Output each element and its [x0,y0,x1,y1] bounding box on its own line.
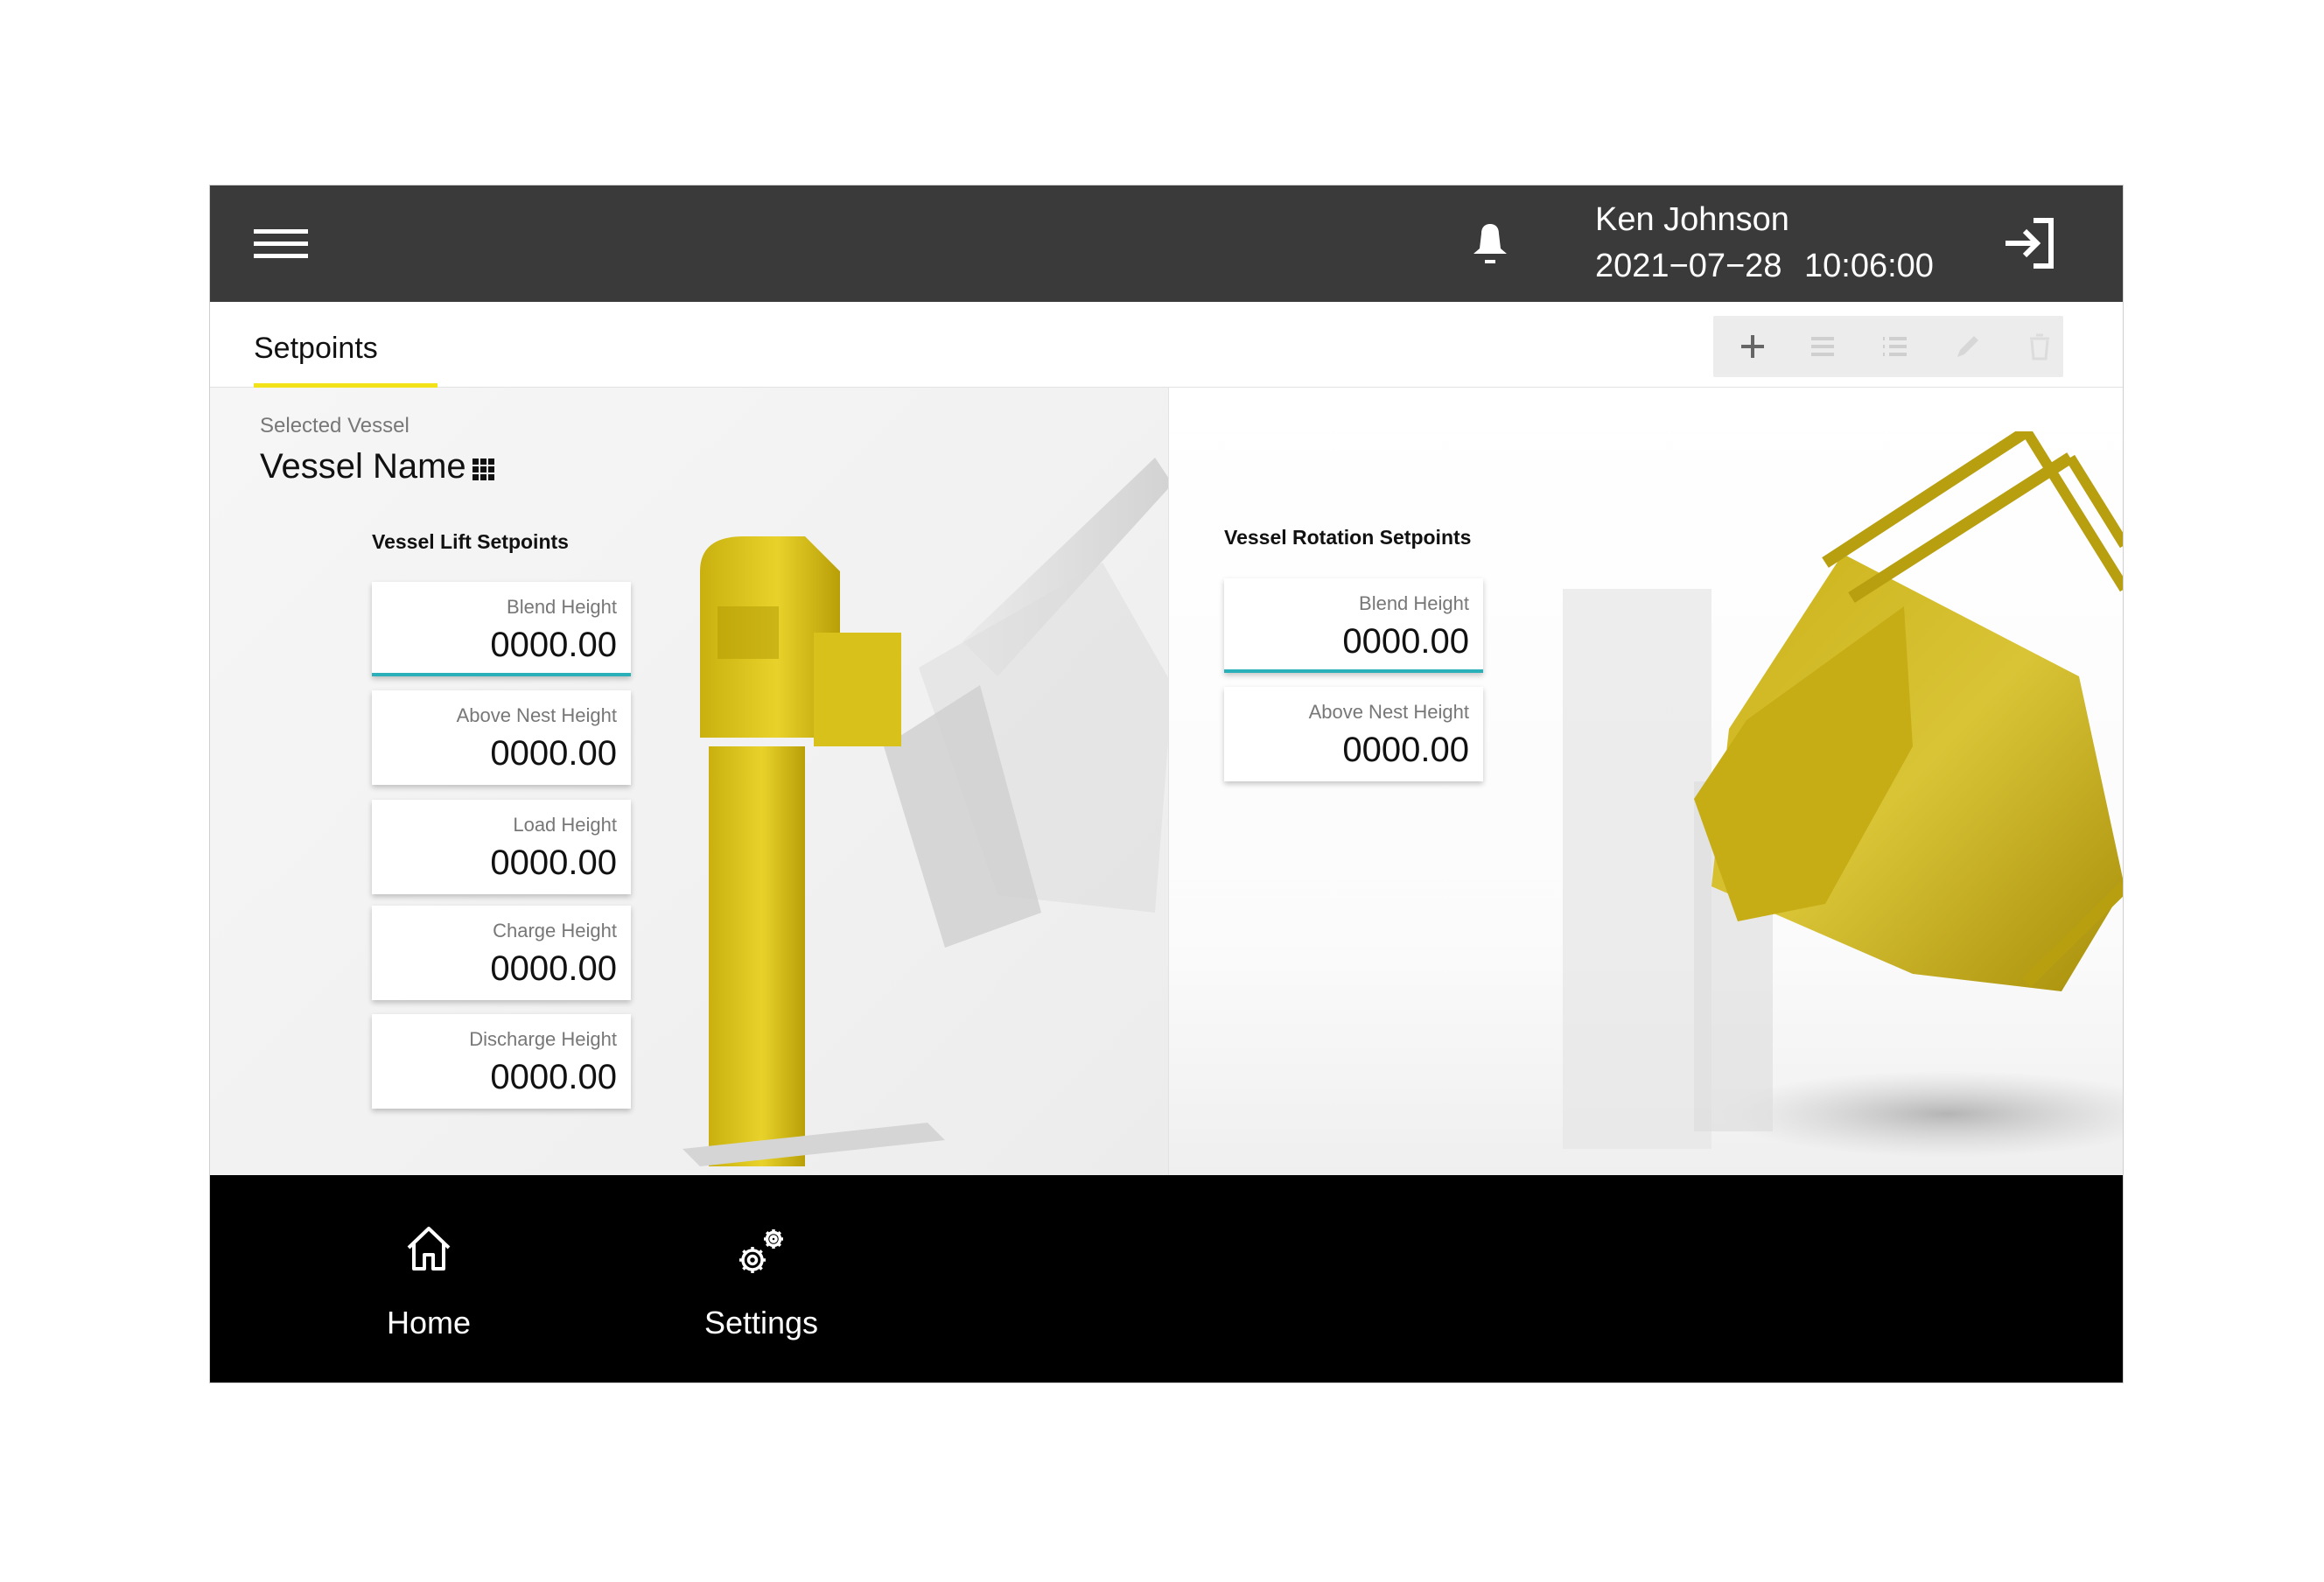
selected-vessel-label: Selected Vessel [260,414,410,438]
grid-icon[interactable] [472,458,496,482]
field-label: Blend Height [507,596,617,618]
vessel-rotation-machine-image [1563,431,2123,1158]
bottom-nav: Home Settings [210,1175,2123,1382]
toolbar [1713,316,2063,377]
user-name: Ken Johnson [1595,201,1789,238]
list-icon[interactable] [1801,325,1844,368]
tab-setpoints-label: Setpoints [254,332,378,365]
settings-icon [739,1229,783,1273]
vessel-lift-panel: Selected Vessel Vessel Name Vessel Lift … [210,388,1169,1175]
field-value: 0000.00 [1342,731,1469,769]
rotation-setpoints-title: Vessel Rotation Setpoints [1224,526,1472,549]
field-label: Blend Height [1359,592,1469,614]
vessel-name[interactable]: Vessel Name [260,447,466,486]
menu-icon[interactable] [254,224,308,264]
field-label: Charge Height [493,920,617,942]
field-value: 0000.00 [1342,622,1469,661]
above-nest-height-field[interactable]: Above Nest Height 0000.00 [372,690,631,785]
blend-height-field[interactable]: Blend Height 0000.00 [372,582,631,676]
nav-home[interactable]: Home [359,1223,499,1346]
checklist-icon[interactable] [1873,325,1917,368]
discharge-height-field[interactable]: Discharge Height 0000.00 [372,1014,631,1109]
nav-settings[interactable]: Settings [682,1223,840,1346]
rotation-above-nest-height-field[interactable]: Above Nest Height 0000.00 [1224,687,1483,781]
field-label: Above Nest Height [456,704,617,726]
nav-settings-label: Settings [704,1305,819,1340]
field-value: 0000.00 [490,626,617,664]
tab-bar: Setpoints [210,302,2123,388]
tab-setpoints[interactable]: Setpoints [254,302,438,388]
top-bar: Ken Johnson 2021−07−28 10:06:00 [210,186,2123,302]
load-height-field[interactable]: Load Height 0000.00 [372,800,631,894]
field-label: Above Nest Height [1308,701,1469,723]
logout-icon[interactable] [2002,217,2058,270]
rotation-blend-height-field[interactable]: Blend Height 0000.00 [1224,578,1483,673]
field-label: Discharge Height [469,1028,617,1050]
field-value: 0000.00 [490,844,617,882]
nav-home-label: Home [386,1305,472,1340]
field-value: 0000.00 [490,949,617,988]
charge-height-field[interactable]: Charge Height 0000.00 [372,906,631,1000]
vessel-lift-machine-image [682,458,1168,1166]
trash-icon[interactable] [2018,325,2062,368]
field-label: Load Height [513,814,617,836]
current-date: 2021−07−28 [1595,248,1782,284]
field-value: 0000.00 [490,1058,617,1096]
edit-icon[interactable] [1946,325,1990,368]
current-time: 10:06:00 [1804,248,1934,284]
app-window: Ken Johnson 2021−07−28 10:06:00 Setpoint… [209,185,2124,1383]
field-value: 0000.00 [490,734,617,773]
bell-icon[interactable] [1465,219,1516,270]
plus-icon[interactable] [1731,325,1774,368]
vessel-rotation-panel: Vessel Rotation Setpoints Blend Height 0… [1169,388,2123,1175]
home-icon [407,1227,451,1270]
lift-setpoints-title: Vessel Lift Setpoints [372,530,569,553]
